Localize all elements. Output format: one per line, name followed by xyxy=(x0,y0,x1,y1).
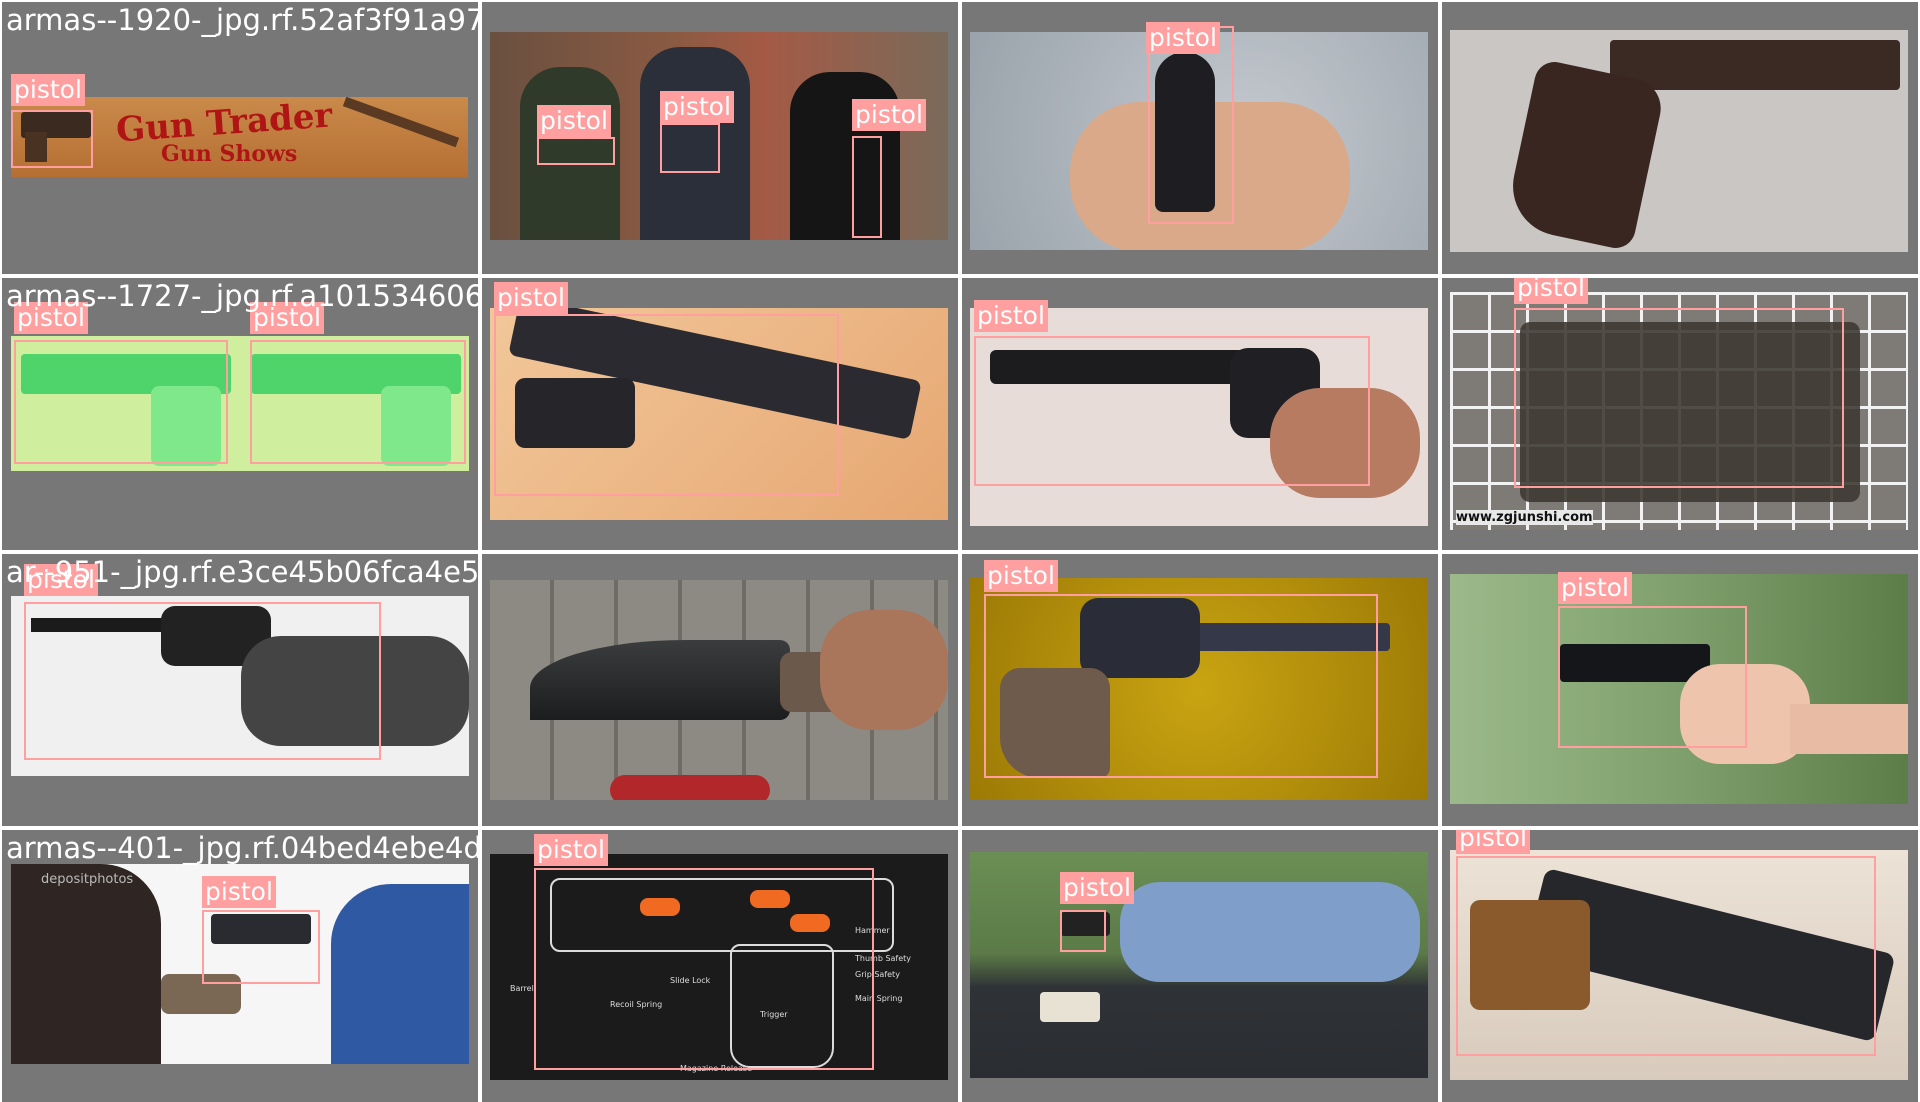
hand xyxy=(820,610,948,730)
watermark-text: www.zgjunshi.com xyxy=(1456,510,1593,525)
detection-box xyxy=(494,314,839,496)
mosaic-tile: Hammer Thumb Safety Grip Safety Main Spr… xyxy=(482,830,958,1102)
mosaic-tile: pistol xyxy=(1442,830,1918,1102)
tile-title: armas--1727-_jpg.rf.a1015346067b0a9640-_… xyxy=(6,279,478,313)
mosaic-tile: pistol xyxy=(482,278,958,550)
detection-box xyxy=(852,136,882,238)
tile-title: armas--401-_jpg.rf.04bed4ebe4d2ed5996-_j… xyxy=(6,831,478,865)
detection-box xyxy=(534,868,874,1070)
mosaic-tile: pistol xyxy=(1442,554,1918,826)
arm xyxy=(1790,704,1908,754)
watermark-text: depositphotos xyxy=(41,872,134,887)
detection-box xyxy=(1558,606,1747,748)
detection-box xyxy=(974,336,1370,486)
mosaic-tile: pistol pistol pistol xyxy=(482,2,958,274)
detection-box xyxy=(537,137,615,165)
tile-image xyxy=(970,852,1428,1078)
mosaic-tile xyxy=(482,554,958,826)
banner-line2: Gun Shows xyxy=(161,141,298,167)
tile-image xyxy=(490,580,948,800)
mosaic-tile: pistol xyxy=(962,830,1438,1102)
detection-label: pistol xyxy=(852,99,926,131)
tile-image xyxy=(1450,30,1908,252)
detection-box xyxy=(984,594,1378,778)
detection-label: pistol xyxy=(984,560,1058,592)
detection-box xyxy=(660,123,720,173)
detection-box xyxy=(1060,910,1106,952)
detection-box xyxy=(250,340,466,464)
revolver-barrel xyxy=(1610,40,1900,90)
tile-title: armas--1920-_jpg.rf.52af3f91a97154e6601a… xyxy=(6,3,478,37)
mosaic-tile: pistol xyxy=(962,2,1438,274)
detection-label: pistol xyxy=(537,105,611,137)
mosaic-tile: pistol ar--951-_jpg.rf.e3ce45b06fca4e5d8… xyxy=(2,554,478,826)
detection-box xyxy=(202,910,320,984)
detection-box xyxy=(1514,308,1844,488)
detection-box xyxy=(1456,856,1876,1056)
person-lying xyxy=(1120,882,1420,982)
revolver-grip xyxy=(1503,58,1667,252)
mosaic-tile: pistol xyxy=(962,554,1438,826)
mosaic-tile: Gun Trader Gun Shows pistol armas--1920-… xyxy=(2,2,478,274)
detection-label: pistol xyxy=(202,876,276,908)
detection-box xyxy=(14,340,228,464)
detection-mosaic: Gun Trader Gun Shows pistol armas--1920-… xyxy=(0,0,1920,1102)
person-left xyxy=(11,864,161,1064)
detection-label: pistol xyxy=(11,74,85,106)
detection-label: pistol xyxy=(534,834,608,866)
detection-label: pistol xyxy=(1558,572,1632,604)
rifle-image xyxy=(342,97,460,148)
detection-label: pistol xyxy=(1060,872,1134,904)
part-label: Barrel xyxy=(510,984,534,993)
person-right xyxy=(331,884,469,1064)
mosaic-tile: depositphotos pistol armas--401-_jpg.rf.… xyxy=(2,830,478,1102)
ammo-box xyxy=(1040,992,1100,1022)
person xyxy=(790,72,900,240)
mosaic-tile: pistol xyxy=(962,278,1438,550)
detection-label: pistol xyxy=(494,282,568,314)
mosaic-tile xyxy=(1442,2,1918,274)
detection-label: pistol xyxy=(1514,278,1588,304)
red-object xyxy=(610,775,770,800)
detection-box xyxy=(1148,26,1234,224)
detection-label: pistol xyxy=(974,300,1048,332)
knife-blade xyxy=(530,640,790,720)
detection-label: pistol xyxy=(1146,22,1220,54)
detection-label: pistol xyxy=(1456,830,1530,854)
detection-label: pistol xyxy=(660,91,734,123)
mosaic-tile: pistol pistol armas--1727-_jpg.rf.a10153… xyxy=(2,278,478,550)
detection-box xyxy=(11,110,93,168)
detection-box xyxy=(24,602,381,760)
tile-title: ar--951-_jpg.rf.e3ce45b06fca4e5d8e156_jp… xyxy=(6,555,478,589)
mosaic-tile: www.zgjunshi.com pistol xyxy=(1442,278,1918,550)
